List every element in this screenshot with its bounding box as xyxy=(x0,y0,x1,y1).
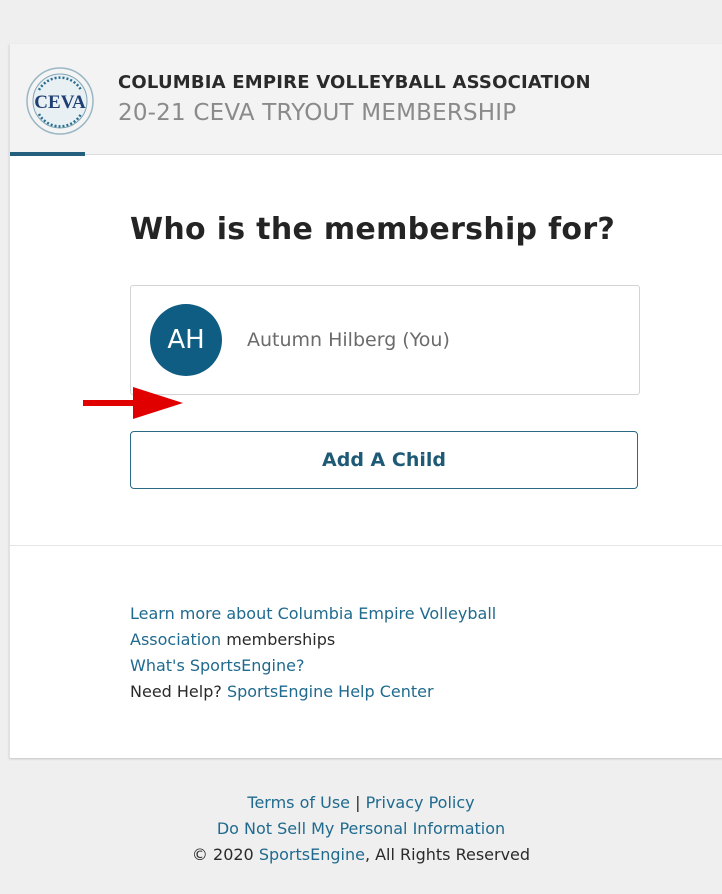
whats-sportsengine-link[interactable]: What's SportsEngine? xyxy=(130,656,304,675)
header-accent-bar xyxy=(10,152,85,156)
copyright-prefix: © 2020 xyxy=(191,845,259,864)
org-name: COLUMBIA EMPIRE VOLLEYBALL ASSOCIATION xyxy=(118,72,591,93)
section-divider xyxy=(10,545,722,546)
svg-text:CEVA: CEVA xyxy=(34,92,86,113)
footer-separator: | xyxy=(350,793,366,812)
avatar: AH xyxy=(150,304,222,376)
help-links: Learn more about Columbia Empire Volleyb… xyxy=(130,601,590,705)
page-header: CEVA COLUMBIA EMPIRE VOLLEYBALL ASSOCIAT… xyxy=(10,44,722,156)
copyright-suffix: , All Rights Reserved xyxy=(364,845,531,864)
red-arrow-icon xyxy=(83,387,183,419)
need-help-label: Need Help? xyxy=(130,682,227,701)
sportsengine-link[interactable]: SportsEngine xyxy=(259,845,365,864)
ceva-logo: CEVA xyxy=(26,67,94,135)
terms-link[interactable]: Terms of Use xyxy=(247,793,350,812)
privacy-link[interactable]: Privacy Policy xyxy=(366,793,475,812)
do-not-sell-link[interactable]: Do Not Sell My Personal Information xyxy=(217,819,505,838)
help-center-link[interactable]: SportsEngine Help Center xyxy=(227,682,434,701)
add-child-button[interactable]: Add A Child xyxy=(130,431,638,489)
member-name: Autumn Hilberg (You) xyxy=(247,329,450,351)
member-option-card[interactable]: AH Autumn Hilberg (You) xyxy=(130,285,640,395)
membership-name: 20-21 CEVA TRYOUT MEMBERSHIP xyxy=(118,100,517,126)
learn-more-suffix: memberships xyxy=(221,630,336,649)
learn-more-line: Learn more about Columbia Empire Volleyb… xyxy=(130,601,590,653)
page-footer: Terms of Use | Privacy Policy Do Not Sel… xyxy=(0,790,722,868)
page-title: Who is the membership for? xyxy=(130,212,616,247)
